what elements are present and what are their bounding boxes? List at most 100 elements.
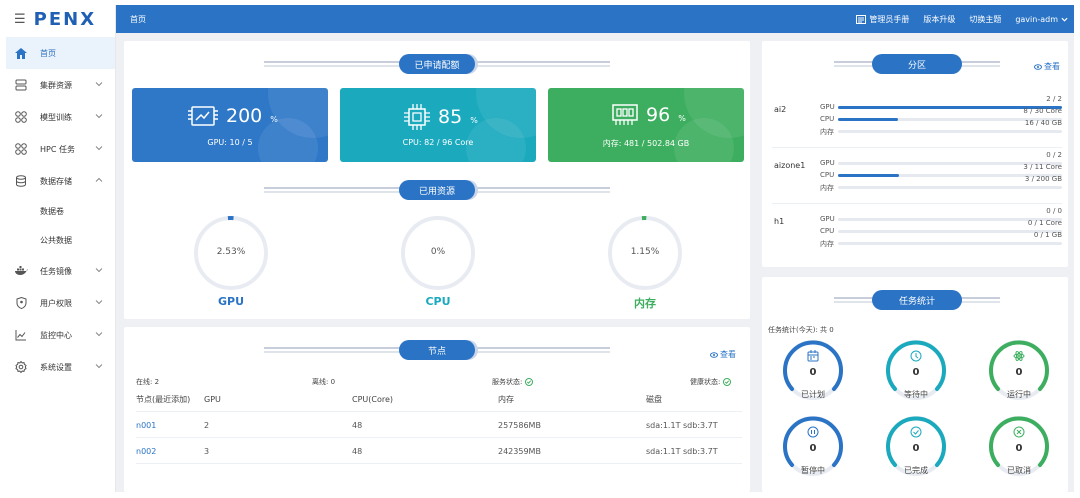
sidebar-item-label: 用户权限 <box>40 298 72 308</box>
sidebar-item-cluster[interactable]: 集群资源 <box>6 69 115 101</box>
nodes-card: 节点 查看 在线: 2 离线: 0 服务状态: 健康状态: 节点(最近添加) G… <box>124 327 750 492</box>
user-menu[interactable]: gavin-adm <box>1015 15 1068 24</box>
partition-progress-fill <box>838 174 900 177</box>
node-name-link[interactable]: n002 <box>136 447 204 456</box>
sidebar-item-label: 模型训练 <box>40 112 72 122</box>
partition-metric-label: CPU <box>820 227 835 235</box>
cell-cpu: 48 <box>352 420 363 430</box>
task-stats-card: 任务统计 任务统计(今天): 共 0 0 已计划 0 等待中 0 运行中 0 暂停中 0 已完成 0… <box>762 277 1068 492</box>
brand-row: ☰ PENX <box>6 5 115 33</box>
task-label: 运行中 <box>1007 390 1031 399</box>
partition-card: 分区 查看 ai2 GPU 2 / 2 CPU 8 / 30 Core 内存 16 / 40… <box>762 41 1068 267</box>
task-count: 0 <box>1015 367 1023 378</box>
resource-overview-card: 已申请配额 200 % GPU: 10 / 5 85 % CPU: 82 / 9… <box>124 41 750 319</box>
memory-usage-value: 1.15% <box>630 247 660 257</box>
sidebar-item-images[interactable]: 任务镜像 <box>6 255 115 287</box>
gpu-usage-label: GPU <box>217 295 245 308</box>
close-circle-icon <box>1013 426 1025 438</box>
cell-gpu: 3 <box>204 446 210 456</box>
check-circle-icon <box>723 378 732 386</box>
cell-gpu: 2 <box>204 420 210 430</box>
used-title: 已用资源 <box>399 180 475 200</box>
calendar-icon <box>807 350 819 362</box>
check-icon <box>910 426 922 438</box>
col-node: 节点(最近添加) <box>136 394 191 404</box>
gear-icon <box>14 360 28 374</box>
sidebar-item-hpc[interactable]: HPC 任务 <box>6 133 115 165</box>
used-section-header: 已用资源 <box>264 179 610 201</box>
partition-metric-value: 0 / 1 GB <box>1033 231 1062 239</box>
sidebar-subitem-public-data[interactable]: 公共数据 <box>6 226 115 255</box>
chevron-down-icon <box>95 332 103 337</box>
sidebar-item-settings[interactable]: 系统设置 <box>6 351 115 383</box>
memory-quota-detail: 内存: 481 / 502.84 GB <box>602 139 690 148</box>
user-name: gavin-adm <box>1015 14 1058 24</box>
partition-metric-label: CPU <box>820 171 835 179</box>
partition-metric-value: 0 / 1 Core <box>1027 219 1062 227</box>
col-gpu: GPU <box>204 394 221 404</box>
version-upgrade-link[interactable]: 版本升级 <box>923 14 955 25</box>
partition-metric-value: 16 / 40 GB <box>1024 119 1062 127</box>
partition-name: ai2 <box>774 105 787 114</box>
memory-quota-value: 96 <box>646 104 671 126</box>
partition-metric-value: 3 / 200 GB <box>1024 175 1062 183</box>
sidebar-subitem-volumes[interactable]: 数据卷 <box>6 197 115 226</box>
sidebar-item-label: 首页 <box>40 48 56 58</box>
cpu-quota-detail: CPU: 82 / 96 Core <box>402 138 474 147</box>
partition-progress-fill <box>838 118 898 121</box>
switch-theme-link[interactable]: 切换主题 <box>969 14 1001 25</box>
sidebar-item-label: 任务镜像 <box>40 266 72 276</box>
gpu-quota-card: 200 % GPU: 10 / 5 <box>132 88 328 162</box>
partition-name: aizone1 <box>774 161 806 170</box>
node-name-link[interactable]: n001 <box>136 421 204 430</box>
partition-view-link[interactable]: 查看 <box>1034 61 1060 72</box>
quota-title: 已申请配额 <box>399 54 475 74</box>
cpu-usage-label: CPU <box>425 295 451 308</box>
sidebar-item-storage[interactable]: 数据存储 <box>6 165 115 197</box>
menu-toggle-icon[interactable]: ☰ <box>14 13 26 26</box>
page-title: 首页 <box>130 14 146 24</box>
tasks-title: 任务统计 <box>872 290 962 310</box>
task-label: 已计划 <box>801 390 825 399</box>
cpu-usage-value: 0% <box>430 247 446 257</box>
grid-icon <box>14 110 28 124</box>
admin-manual-link[interactable]: 管理员手册 <box>856 14 909 25</box>
partition-metric-value: 3 / 11 Core <box>1023 163 1062 171</box>
memory-icon <box>612 104 638 125</box>
sidebar-item-label: 监控中心 <box>40 330 72 340</box>
gpu-usage-value: 2.53% <box>216 247 246 257</box>
atom-icon <box>1013 351 1025 361</box>
task-count: 0 <box>1015 443 1023 454</box>
app-root: ☰ PENX 首页 集群资源 模型训练 HPC 任务 数据存储 数据卷 公共数据… <box>0 0 1080 498</box>
nodes-view-link[interactable]: 查看 <box>710 349 736 360</box>
tasks-summary: 任务统计(今天): 共 0 <box>768 326 834 334</box>
sidebar-item-permissions[interactable]: 用户权限 <box>6 287 115 319</box>
shield-icon <box>14 296 28 310</box>
chevron-up-icon <box>95 177 103 182</box>
sidebar-item-monitoring[interactable]: 监控中心 <box>6 319 115 351</box>
eye-icon <box>710 351 718 358</box>
sidebar-item-label: 数据存储 <box>40 176 72 186</box>
partition-section-header: 分区 <box>834 53 1000 75</box>
partition-progress-bar <box>838 186 1062 189</box>
table-row[interactable]: n001 2 48 257586MB sda:1.1T sdb:3.7T <box>136 413 742 438</box>
nodes-online-count: 在线: 2 <box>136 378 160 386</box>
partition-divider <box>772 147 1062 148</box>
switch-theme-label: 切换主题 <box>969 14 1002 24</box>
sidebar-item-label: HPC 任务 <box>40 144 75 154</box>
sidebar-item-training[interactable]: 模型训练 <box>6 101 115 133</box>
sidebar-subitem-label: 公共数据 <box>40 236 72 245</box>
clock-icon <box>910 350 922 362</box>
cell-cpu: 48 <box>352 446 363 456</box>
partition-progress-bar <box>838 242 1062 245</box>
sidebar-item-home[interactable]: 首页 <box>6 37 115 69</box>
table-row[interactable]: n002 3 48 242359MB sda:1.1T sdb:3.7T <box>136 439 742 464</box>
partition-title: 分区 <box>872 54 962 74</box>
chevron-down-icon <box>95 364 103 369</box>
manual-icon <box>856 14 867 24</box>
docker-icon <box>14 264 28 278</box>
chart-icon <box>14 328 28 342</box>
cpu-quota-value: 85 <box>438 106 463 128</box>
brand-logo: PENX <box>33 8 97 30</box>
cell-memory: 257586MB <box>498 420 541 430</box>
